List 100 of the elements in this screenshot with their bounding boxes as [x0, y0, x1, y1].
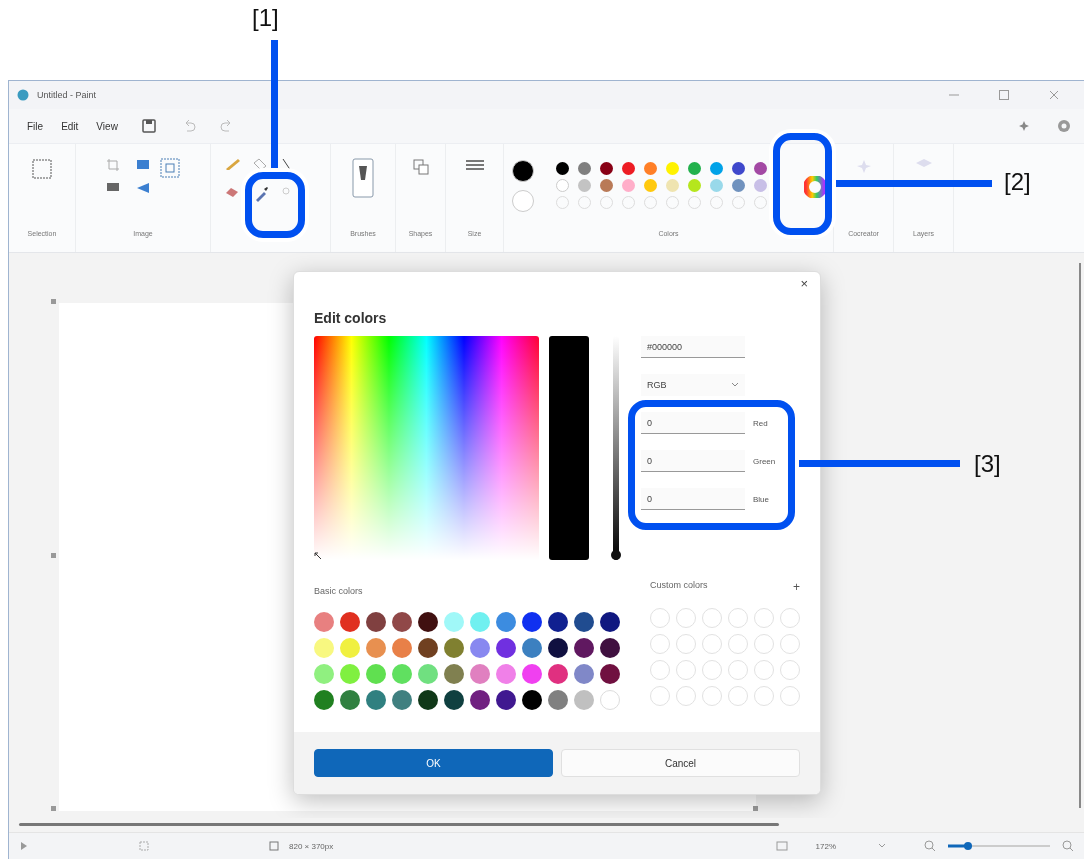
color-wheel-icon[interactable]: [803, 176, 826, 198]
channel-field[interactable]: 0: [641, 412, 745, 434]
picker-cursor-icon[interactable]: [314, 552, 322, 560]
zoom-level[interactable]: 172%: [815, 841, 836, 851]
color-swatch[interactable]: [548, 612, 568, 632]
caret-icon[interactable]: [878, 843, 886, 849]
shapes-icon[interactable]: [411, 158, 430, 176]
color-swatch[interactable]: [444, 638, 464, 658]
color-swatch[interactable]: [574, 612, 594, 632]
color-swatch[interactable]: [522, 638, 542, 658]
current-color-swatch[interactable]: [511, 160, 534, 182]
zoom-slider[interactable]: [946, 841, 1052, 851]
line-size-icon[interactable]: [464, 158, 485, 172]
current-color-swatch[interactable]: [511, 190, 534, 212]
pencil-icon[interactable]: [224, 158, 241, 170]
color-swatch[interactable]: [548, 638, 568, 658]
resize-handle[interactable]: [51, 553, 56, 558]
vertical-scrollbar[interactable]: [1079, 263, 1081, 808]
menu-item[interactable]: File: [21, 116, 50, 136]
color-swatch[interactable]: [600, 664, 620, 684]
crop-icon[interactable]: [106, 158, 120, 172]
flip-icon[interactable]: [136, 182, 152, 194]
color-swatch[interactable]: [314, 612, 334, 632]
add-button[interactable]: +: [793, 580, 800, 594]
color-swatch[interactable]: [555, 179, 569, 192]
color-swatch[interactable]: [392, 638, 412, 658]
selection-icon[interactable]: [31, 158, 53, 180]
color-swatch[interactable]: [522, 664, 542, 684]
color-swatch[interactable]: [444, 664, 464, 684]
color-swatch[interactable]: [366, 664, 386, 684]
color-swatch[interactable]: [731, 179, 745, 192]
slider-thumb[interactable]: [611, 550, 621, 560]
color-swatch[interactable]: [470, 638, 490, 658]
menu-item[interactable]: Edit: [55, 116, 85, 136]
color-swatch[interactable]: [496, 612, 516, 632]
color-swatch[interactable]: [643, 179, 657, 192]
close-button[interactable]: ×: [796, 276, 812, 291]
color-swatch[interactable]: [470, 690, 490, 710]
resize-icon[interactable]: [136, 158, 152, 172]
maximize-icon[interactable]: [998, 90, 1010, 100]
color-swatch[interactable]: [418, 690, 438, 710]
color-swatch[interactable]: [366, 690, 386, 710]
magnifier-icon[interactable]: [280, 186, 293, 198]
color-swatch[interactable]: [599, 162, 613, 175]
color-swatch[interactable]: [418, 638, 438, 658]
resize-handle[interactable]: [753, 806, 758, 811]
channel-field[interactable]: 0: [641, 450, 745, 472]
resize-handle[interactable]: [51, 806, 56, 811]
channel-field[interactable]: 0: [641, 488, 745, 510]
color-swatch[interactable]: [548, 664, 568, 684]
color-swatch[interactable]: [665, 179, 679, 192]
ok-button[interactable]: OK: [314, 749, 553, 777]
color-mode-dropdown[interactable]: RGB: [641, 374, 745, 396]
color-swatch[interactable]: [731, 162, 745, 175]
sparkle-icon[interactable]: [1018, 120, 1030, 132]
image-select-icon[interactable]: [160, 158, 180, 178]
color-swatch[interactable]: [470, 664, 490, 684]
color-swatch[interactable]: [392, 690, 412, 710]
color-swatch[interactable]: [577, 179, 591, 192]
hex-field[interactable]: #000000: [641, 336, 745, 358]
color-swatch[interactable]: [574, 664, 594, 684]
color-swatch[interactable]: [600, 612, 620, 632]
color-swatch[interactable]: [340, 638, 360, 658]
color-swatch[interactable]: [496, 690, 516, 710]
color-swatch[interactable]: [470, 612, 490, 632]
horizontal-scrollbar[interactable]: [19, 823, 779, 826]
color-swatch[interactable]: [687, 162, 701, 175]
color-swatch[interactable]: [599, 179, 613, 192]
color-swatch[interactable]: [643, 162, 657, 175]
color-swatch[interactable]: [522, 690, 542, 710]
eraser-icon[interactable]: [224, 186, 239, 198]
close-icon[interactable]: [1048, 90, 1060, 100]
color-swatch[interactable]: [496, 638, 516, 658]
save-icon[interactable]: [141, 119, 156, 133]
color-swatch[interactable]: [340, 612, 360, 632]
color-swatch[interactable]: [621, 179, 635, 192]
zoom-out-icon[interactable]: [924, 840, 936, 852]
color-swatch[interactable]: [600, 690, 620, 710]
color-swatch[interactable]: [366, 638, 386, 658]
color-swatch[interactable]: [621, 162, 635, 175]
color-swatch[interactable]: [496, 664, 516, 684]
zoom-in-icon[interactable]: [1062, 840, 1074, 852]
color-swatch[interactable]: [709, 162, 723, 175]
color-swatch[interactable]: [522, 612, 542, 632]
color-swatch[interactable]: [418, 664, 438, 684]
fill-icon[interactable]: [252, 158, 267, 170]
fit-to-window-icon[interactable]: [775, 841, 788, 851]
color-swatch[interactable]: [392, 664, 412, 684]
color-swatch[interactable]: [709, 179, 723, 192]
resize-handle[interactable]: [51, 299, 56, 304]
pointer-icon[interactable]: [19, 841, 29, 851]
color-swatch[interactable]: [418, 612, 438, 632]
color-swatch[interactable]: [314, 638, 334, 658]
color-swatch[interactable]: [577, 162, 591, 175]
color-swatch[interactable]: [574, 690, 594, 710]
menu-item[interactable]: View: [90, 116, 124, 136]
color-swatch[interactable]: [392, 612, 412, 632]
rotate-icon[interactable]: [106, 182, 120, 192]
color-swatch[interactable]: [600, 638, 620, 658]
color-swatch[interactable]: [444, 690, 464, 710]
